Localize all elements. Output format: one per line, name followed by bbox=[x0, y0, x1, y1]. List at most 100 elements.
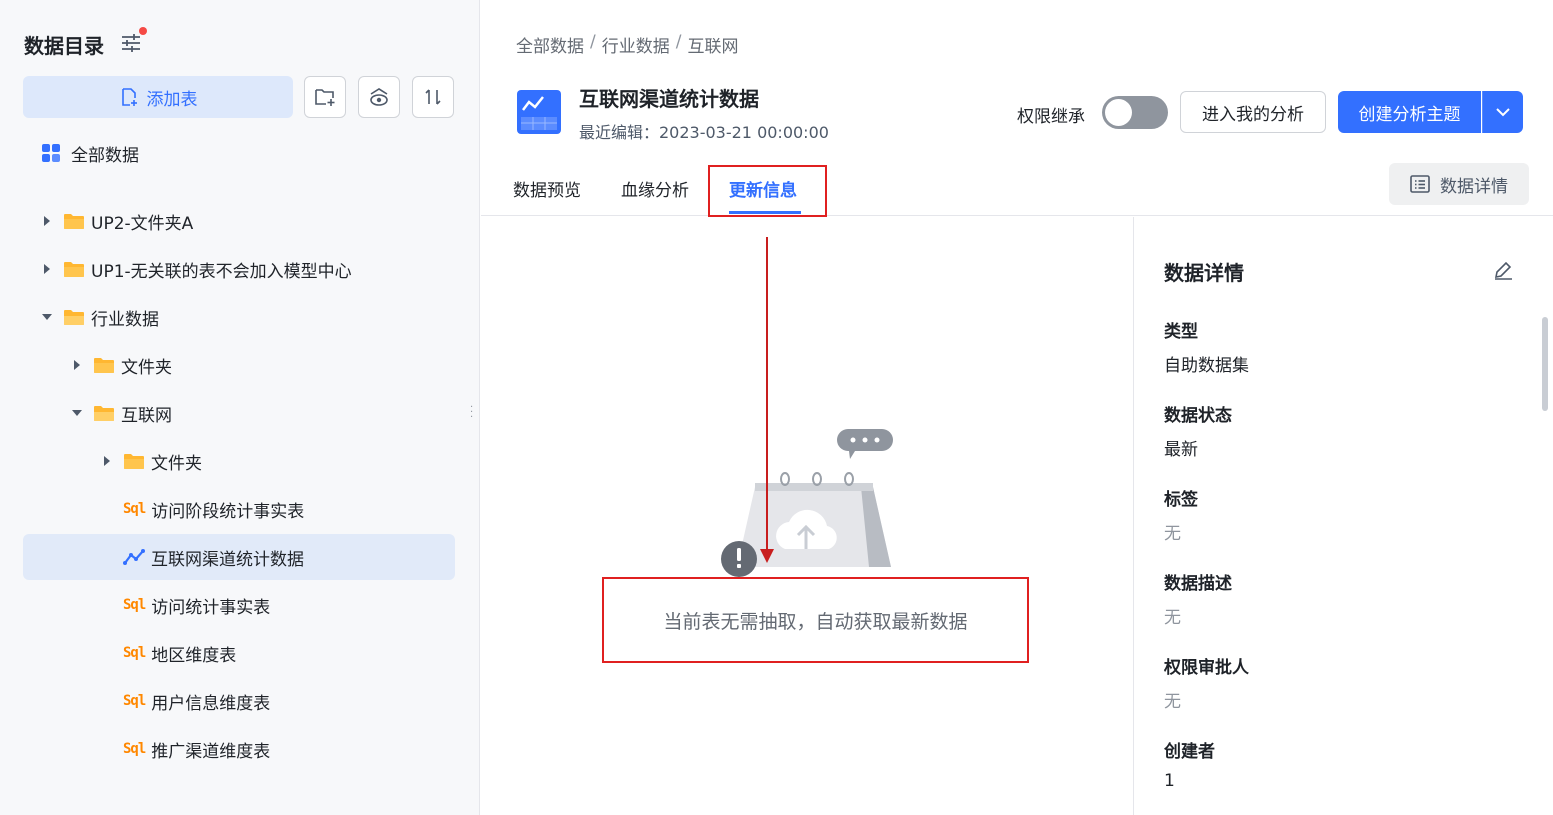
dataset-icon bbox=[517, 90, 561, 134]
field-value: 自助数据集 bbox=[1164, 356, 1249, 376]
edit-icon[interactable] bbox=[1492, 259, 1514, 281]
enter-my-analysis-button[interactable]: 进入我的分析 bbox=[1180, 91, 1326, 133]
last-edit-time: 最近编辑：2023-03-21 00:00:00 bbox=[579, 123, 829, 142]
sql-icon: Sql bbox=[123, 693, 146, 709]
permission-inherit-toggle[interactable] bbox=[1102, 96, 1168, 129]
tree-item-label: 互联网 bbox=[121, 405, 172, 426]
folder-open-icon bbox=[64, 309, 84, 325]
create-analysis-topic-button[interactable]: 创建分析主题 bbox=[1338, 91, 1481, 133]
folder-icon bbox=[64, 261, 84, 277]
filter-settings-icon[interactable] bbox=[120, 32, 142, 54]
folder-icon bbox=[124, 453, 144, 469]
annotation-arrowhead-icon bbox=[760, 549, 774, 563]
tree-item[interactable]: UP1-无关联的表不会加入模型中心 bbox=[23, 246, 455, 292]
new-folder-button[interactable] bbox=[304, 76, 346, 118]
empty-state-message: 当前表无需抽取，自动获取最新数据 bbox=[602, 577, 1029, 663]
tree-item-label: 访问统计事实表 bbox=[151, 597, 271, 618]
tree-item[interactable]: Sql 访问阶段统计事实表 bbox=[23, 486, 455, 532]
field-label: 类型 bbox=[1164, 322, 1198, 342]
breadcrumb-item[interactable]: 全部数据 bbox=[516, 32, 584, 57]
panel-scrollbar[interactable] bbox=[1542, 317, 1548, 411]
field-value: 无 bbox=[1164, 608, 1181, 628]
tab-bar: 数据预览 血缘分析 更新信息 数据详情 bbox=[481, 160, 1553, 217]
page-title: 互联网渠道统计数据 bbox=[579, 87, 759, 111]
sidebar: 数据目录 添加表 全部数据 UP2-文件夹A UP1-无关联的表不会加入模型中心… bbox=[0, 0, 480, 815]
tree-item-label: 文件夹 bbox=[151, 453, 202, 474]
resize-handle[interactable]: · · · bbox=[470, 403, 474, 423]
notification-dot bbox=[139, 27, 147, 35]
tree-item-label: 用户信息维度表 bbox=[151, 693, 271, 714]
trend-line-icon bbox=[123, 549, 145, 565]
breadcrumb-item[interactable]: 行业数据 bbox=[602, 32, 670, 57]
sidebar-title: 数据目录 bbox=[24, 34, 104, 58]
view-button[interactable] bbox=[358, 76, 400, 118]
caret-right-icon[interactable] bbox=[41, 215, 53, 227]
create-dropdown-button[interactable] bbox=[1482, 91, 1523, 133]
tree-caret[interactable] bbox=[41, 215, 53, 227]
annotation-arrow-line bbox=[766, 237, 768, 557]
data-tree: 全部数据 UP2-文件夹A UP1-无关联的表不会加入模型中心 行业数据 文件夹 互联网文… bbox=[0, 130, 479, 790]
tree-item-label: 行业数据 bbox=[91, 309, 159, 330]
field-value: 无 bbox=[1164, 692, 1181, 712]
permission-inherit-label: 权限继承 bbox=[1017, 107, 1085, 127]
tree-item[interactable]: Sql 用户信息维度表 bbox=[23, 678, 455, 724]
folder-open-icon bbox=[94, 405, 114, 421]
caret-right-icon[interactable] bbox=[41, 263, 53, 275]
grid-icon bbox=[42, 144, 60, 162]
folder-icon bbox=[64, 213, 84, 229]
toggle-knob bbox=[1105, 99, 1132, 126]
data-detail-button[interactable]: 数据详情 bbox=[1389, 163, 1529, 205]
tree-item-label: UP1-无关联的表不会加入模型中心 bbox=[91, 261, 352, 282]
tree-caret[interactable] bbox=[41, 312, 53, 322]
caret-down-icon[interactable] bbox=[71, 408, 83, 418]
panel-title: 数据详情 bbox=[1164, 261, 1244, 285]
caret-right-icon[interactable] bbox=[71, 359, 83, 371]
add-file-icon bbox=[121, 88, 137, 106]
sql-icon: Sql bbox=[123, 501, 146, 517]
data-detail-label: 数据详情 bbox=[1440, 176, 1508, 197]
breadcrumb-separator: / bbox=[675, 32, 682, 52]
field-label: 标签 bbox=[1164, 490, 1198, 510]
tree-item-label: 推广渠道维度表 bbox=[151, 741, 271, 762]
field-label: 数据状态 bbox=[1164, 406, 1232, 426]
tab-lineage[interactable]: 血缘分析 bbox=[621, 176, 689, 201]
tree-item[interactable]: Sql 推广渠道维度表 bbox=[23, 726, 455, 772]
calendar-upload-illustration bbox=[721, 429, 893, 577]
field-label: 创建者 bbox=[1164, 742, 1215, 762]
tree-item[interactable]: 文件夹 bbox=[23, 438, 455, 484]
app-window: 数据目录 添加表 全部数据 UP2-文件夹A UP1-无关联的表不会加入模型中心… bbox=[0, 0, 1553, 815]
breadcrumb: 全部数据 / 行业数据 / 互联网 bbox=[516, 32, 738, 57]
update-info-content: 当前表无需抽取，自动获取最新数据 bbox=[481, 217, 1133, 815]
tree-caret[interactable] bbox=[41, 263, 53, 275]
caret-right-icon[interactable] bbox=[101, 455, 113, 467]
add-table-button[interactable]: 添加表 bbox=[23, 76, 293, 118]
tree-caret[interactable] bbox=[71, 408, 83, 418]
tree-item-label: 访问阶段统计事实表 bbox=[151, 501, 305, 522]
field-value: 1 bbox=[1164, 771, 1175, 791]
caret-down-icon[interactable] bbox=[41, 312, 53, 322]
breadcrumb-item[interactable]: 互联网 bbox=[687, 32, 738, 57]
tree-item[interactable]: 互联网 bbox=[23, 390, 455, 436]
tree-item[interactable]: 互联网渠道统计数据 bbox=[23, 534, 455, 580]
breadcrumb-separator: / bbox=[590, 32, 596, 52]
tree-item[interactable]: Sql 访问统计事实表 bbox=[23, 582, 455, 628]
tree-item[interactable]: 全部数据 bbox=[23, 130, 455, 176]
tree-item-label: 地区维度表 bbox=[151, 645, 237, 666]
tree-caret[interactable] bbox=[101, 455, 113, 467]
tree-item[interactable]: UP2-文件夹A bbox=[23, 198, 455, 244]
tree-caret[interactable] bbox=[71, 359, 83, 371]
sql-icon: Sql bbox=[123, 741, 146, 757]
tree-item[interactable]: 行业数据 bbox=[23, 294, 455, 340]
tree-item-label: 全部数据 bbox=[71, 145, 139, 166]
sort-button[interactable] bbox=[412, 76, 454, 118]
sort-icon bbox=[425, 89, 441, 105]
list-icon bbox=[1410, 175, 1430, 193]
eye-icon bbox=[370, 88, 388, 106]
tree-item-label: 文件夹 bbox=[121, 357, 172, 378]
tree-item-label: UP2-文件夹A bbox=[91, 213, 194, 234]
chevron-down-icon bbox=[1496, 108, 1510, 117]
main-area: 全部数据 / 行业数据 / 互联网 互联网渠道统计数据 最近编辑：2023-03… bbox=[481, 0, 1553, 815]
tab-data-preview[interactable]: 数据预览 bbox=[513, 176, 581, 201]
tree-item[interactable]: Sql 地区维度表 bbox=[23, 630, 455, 676]
tree-item[interactable]: 文件夹 bbox=[23, 342, 455, 388]
